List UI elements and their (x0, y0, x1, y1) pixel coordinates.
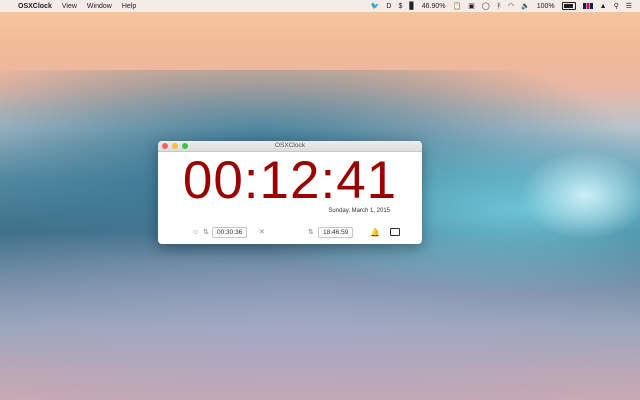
timer-field[interactable]: 00:30:36 (212, 226, 248, 238)
menu-view[interactable]: View (62, 3, 77, 10)
menu-bar: OSXClock View Window Help 🐦 D $ ▊ 46.90%… (0, 0, 640, 12)
date-label: Sunday, March 1, 2015 (328, 208, 390, 214)
window-mode-icon[interactable] (390, 228, 400, 236)
twitter-bird-icon[interactable]: 🐦 (371, 2, 380, 10)
chat-bubble-icon[interactable]: ◯ (482, 2, 490, 10)
controls-row: ☺ ⇅ 00:30:36 ✕ ⇅ 18:46:59 🔔 (158, 225, 422, 239)
menu-help[interactable]: Help (122, 3, 136, 10)
alarm-time-field[interactable]: 18:46:59 (318, 226, 354, 238)
clipboard-icon[interactable]: 📋 (453, 2, 462, 10)
menu-app-name[interactable]: OSXClock (18, 3, 52, 10)
user-icon[interactable]: ▲ (600, 3, 607, 10)
volume-icon[interactable]: 🔈 (521, 2, 530, 10)
wifi-icon[interactable]: ◠ (508, 2, 514, 10)
zoom-button[interactable] (182, 143, 188, 149)
menu-window[interactable]: Window (87, 3, 112, 10)
alarm-stepper-icon[interactable]: ⇅ (308, 228, 314, 236)
uk-flag-icon[interactable] (582, 3, 593, 9)
list-icon[interactable]: ☰ (626, 2, 632, 10)
elapsed-time-display: 00:12:41 (182, 151, 398, 210)
wallpaper-foam (520, 150, 640, 240)
clear-icon[interactable]: ✕ (259, 228, 265, 236)
bell-icon[interactable]: 🔔 (370, 228, 380, 237)
search-icon[interactable]: ⚲ (614, 2, 619, 10)
battery-percent[interactable]: 100% (537, 3, 555, 10)
close-button[interactable] (162, 143, 168, 149)
osxclock-window: OSXClock 00:12:41 Sunday, March 1, 2015 … (158, 141, 422, 244)
minimize-button[interactable] (172, 143, 178, 149)
photo-icon[interactable]: ▣ (468, 2, 475, 10)
script-icon[interactable]: $ (398, 3, 402, 10)
window-title: OSXClock (275, 142, 305, 149)
reset-icon[interactable]: ☺ (192, 229, 199, 236)
timer-stepper-icon[interactable]: ⇅ (203, 228, 209, 236)
d-app-icon[interactable]: D (386, 3, 391, 10)
cpu-meter-icon[interactable]: ▊ (409, 2, 414, 10)
battery-icon[interactable] (561, 2, 576, 10)
cpu-percent[interactable]: 46.90% (422, 3, 446, 10)
bluetooth-icon[interactable]: ᛡ (497, 3, 501, 10)
